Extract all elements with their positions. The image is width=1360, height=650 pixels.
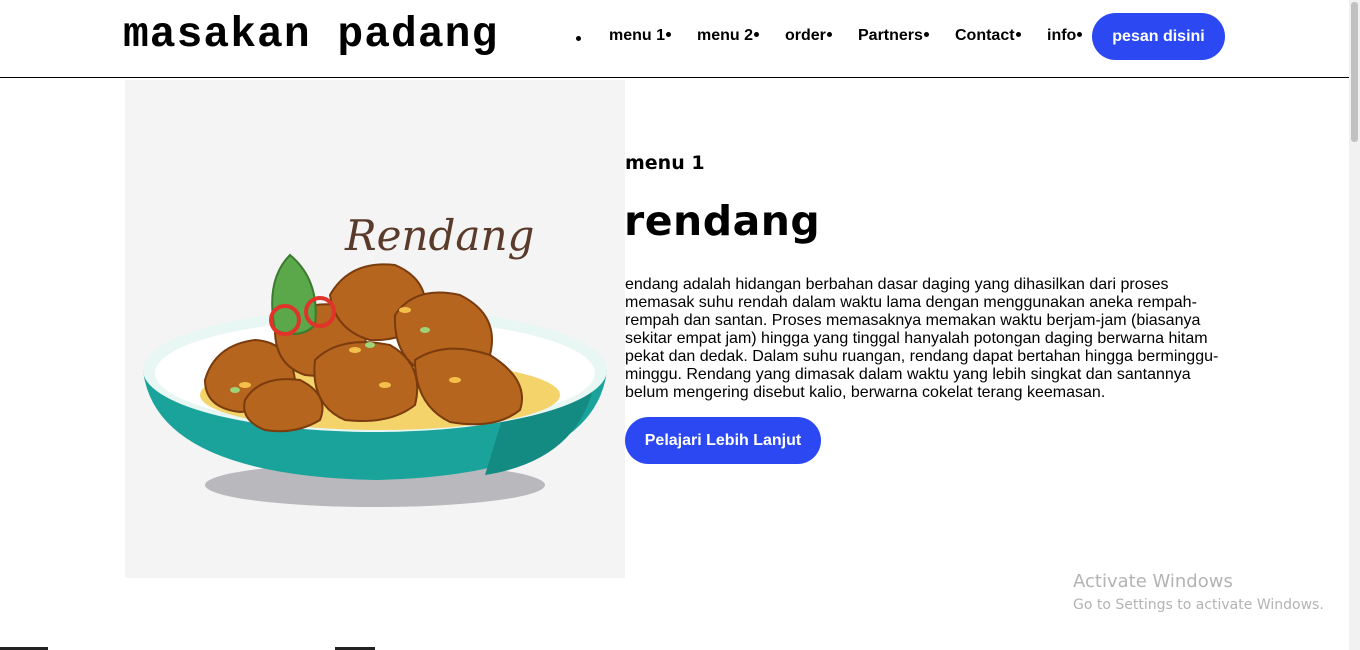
bullet-icon (1077, 32, 1083, 38)
site-logo-text[interactable]: masakan padang (123, 10, 498, 59)
nav-item-order[interactable]: order (785, 27, 832, 45)
nav-item-info[interactable]: info (1047, 27, 1083, 45)
nav-item-label: Partners (858, 27, 923, 44)
nav-item-label: info (1047, 27, 1077, 44)
bullet-icon (754, 32, 760, 38)
page-scrollbar[interactable] (1349, 0, 1360, 650)
learn-more-button[interactable]: Pelajari Lebih Lanjut (625, 417, 821, 464)
activation-watermark-subtitle: Go to Settings to activate Windows. (1073, 597, 1324, 613)
site-header: masakan padang menu 1 menu 2 order Partn… (0, 0, 1349, 78)
rendang-illustration: Rendang (125, 80, 625, 578)
nav-item-menu-1[interactable]: menu 1 (609, 27, 672, 45)
page-title: rendang (624, 197, 821, 245)
rendang-logo-text: Rendang (344, 211, 534, 260)
nav-item-label: menu 2 (697, 27, 754, 44)
bullet-icon (923, 32, 929, 38)
dish-description: endang adalah hidangan berbahan dasar da… (625, 276, 1219, 401)
scrollbar-thumb[interactable] (1351, 2, 1358, 142)
nav-item-menu-2[interactable]: menu 2 (697, 27, 760, 45)
rendang-bowl-image: Rendang (125, 80, 625, 578)
nav-item-label: menu 1 (609, 27, 666, 44)
bullet-icon (826, 32, 832, 38)
order-here-button[interactable]: pesan disini (1092, 13, 1225, 60)
nav-item-contact[interactable]: Contact (955, 27, 1021, 45)
nav-item-label: Contact (955, 27, 1015, 44)
activation-watermark-title: Activate Windows (1073, 571, 1233, 592)
nav-item-label: order (785, 27, 826, 44)
nav-bullet-icon (576, 36, 581, 41)
section-eyebrow: menu 1 (625, 152, 705, 174)
bullet-icon (666, 32, 672, 38)
nav-item-partners[interactable]: Partners (858, 27, 929, 45)
bullet-icon (1015, 32, 1021, 38)
